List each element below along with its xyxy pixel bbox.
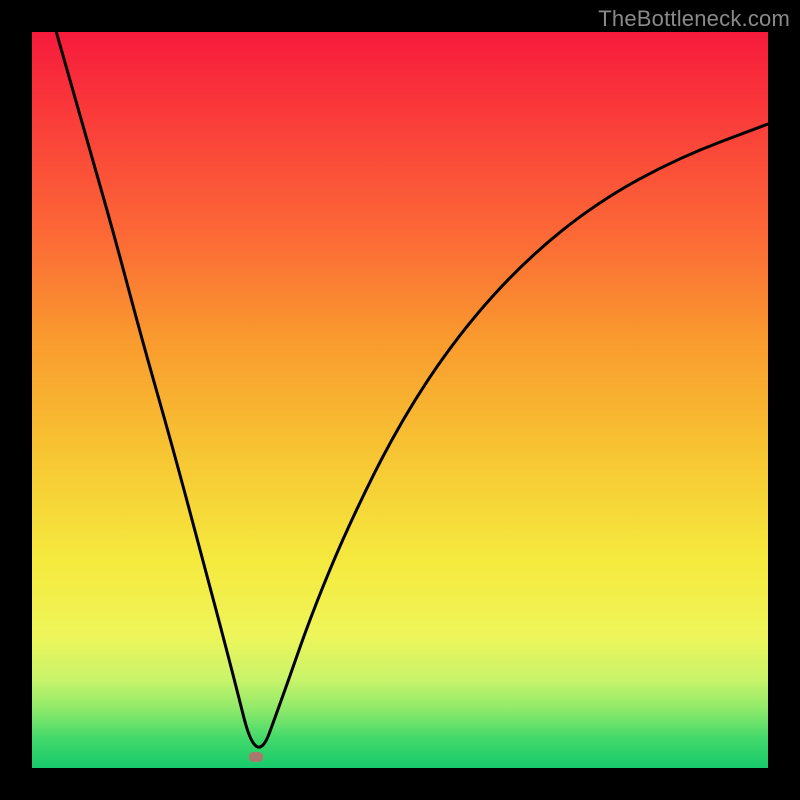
bottleneck-curve <box>32 32 768 768</box>
minimum-marker <box>249 752 263 762</box>
chart-frame: TheBottleneck.com <box>0 0 800 800</box>
watermark-text: TheBottleneck.com <box>598 6 790 32</box>
chart-plot-area <box>32 32 768 768</box>
